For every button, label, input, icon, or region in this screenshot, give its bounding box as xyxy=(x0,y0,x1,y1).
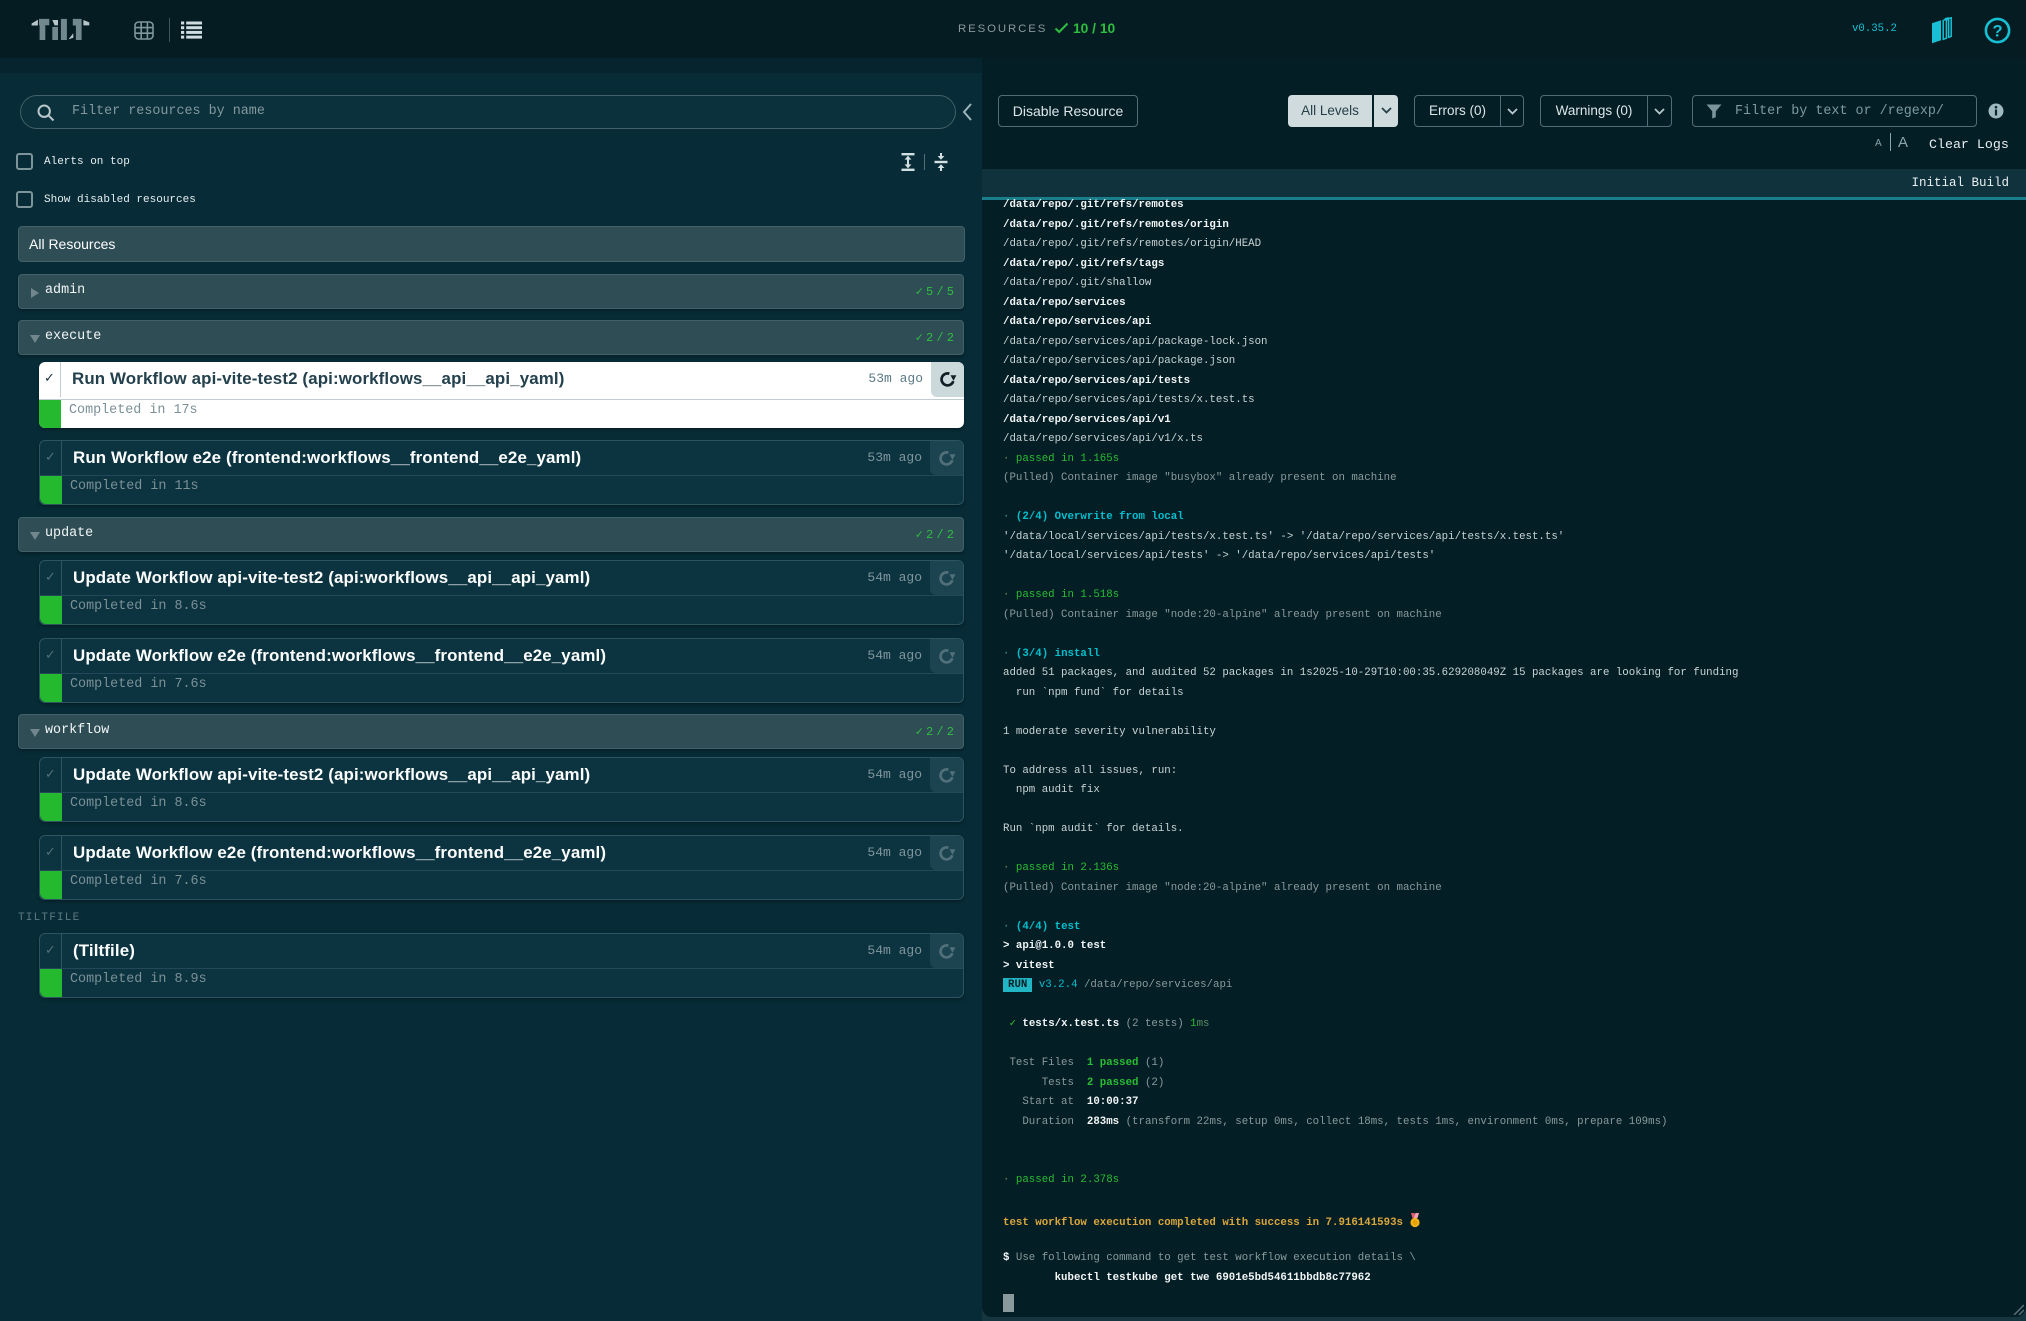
svg-text:?: ? xyxy=(1992,23,2002,41)
